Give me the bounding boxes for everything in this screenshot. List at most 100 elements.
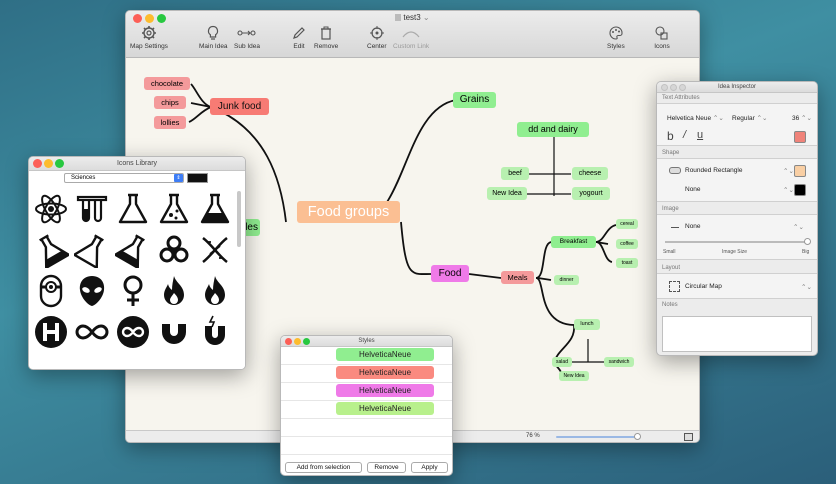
zoom-slider-knob[interactable] bbox=[634, 433, 641, 440]
edit-button[interactable]: Edit bbox=[291, 25, 307, 50]
zoom-slider[interactable] bbox=[556, 436, 638, 438]
apply-style-button[interactable]: Apply bbox=[411, 462, 448, 473]
custom-link-button[interactable]: Custom Link bbox=[393, 25, 429, 50]
node-chocolate[interactable]: chocolate bbox=[144, 77, 190, 90]
female-symbol-icon[interactable] bbox=[115, 273, 151, 309]
remove-style-button[interactable]: Remove bbox=[367, 462, 406, 473]
close-styles-button[interactable] bbox=[285, 338, 292, 345]
zoom-inspector-button[interactable] bbox=[679, 84, 686, 91]
node-new-idea[interactable]: New Idea bbox=[487, 187, 527, 200]
map-settings-button[interactable]: Map Settings bbox=[130, 25, 168, 50]
minion-icon[interactable] bbox=[33, 273, 69, 309]
styles-list: HelveticaNeue HelveticaNeue HelveticaNeu… bbox=[281, 347, 452, 457]
zoom-styles-button[interactable] bbox=[303, 338, 310, 345]
node-toast[interactable]: toast bbox=[616, 258, 638, 268]
node-cheese[interactable]: cheese bbox=[572, 167, 608, 180]
node-sandwich[interactable]: sandwich bbox=[604, 357, 634, 367]
test-tubes-icon[interactable] bbox=[74, 191, 110, 227]
image-panel: None ⌃⌄ Small Image Size Big bbox=[657, 214, 817, 260]
icons-scrollbar[interactable] bbox=[237, 191, 241, 247]
icons-button[interactable]: Icons bbox=[654, 25, 670, 50]
flask-bubbles-icon[interactable] bbox=[156, 191, 192, 227]
add-from-selection-button[interactable]: Add from selection bbox=[285, 462, 362, 473]
tilted-flask-icon[interactable] bbox=[33, 232, 69, 268]
rounded-rect-icon bbox=[669, 167, 681, 174]
node-dairy[interactable]: dd and dairy bbox=[517, 122, 589, 137]
minimize-icons-library-button[interactable] bbox=[44, 159, 53, 168]
underline-toggle[interactable]: u bbox=[697, 129, 703, 141]
window-title: test3 ⌄ bbox=[126, 13, 699, 22]
target-icon bbox=[369, 26, 384, 40]
size-select[interactable]: 36 ⌃⌄ bbox=[792, 114, 812, 122]
remove-button[interactable]: Remove bbox=[314, 25, 338, 50]
shape-select[interactable]: Rounded Rectangle bbox=[685, 167, 742, 174]
node-food[interactable]: Food bbox=[431, 265, 469, 282]
border-color-well[interactable] bbox=[794, 184, 806, 196]
node-salad[interactable]: salad bbox=[552, 357, 572, 367]
image-size-slider-knob[interactable] bbox=[804, 238, 811, 245]
node-lollies[interactable]: lollies bbox=[154, 116, 186, 129]
root-node[interactable]: Food groups bbox=[297, 201, 400, 223]
person-icon[interactable] bbox=[684, 433, 693, 441]
node-cereal[interactable]: cereal bbox=[616, 219, 638, 229]
style-item-4[interactable]: HelveticaNeue bbox=[336, 402, 434, 415]
style-item-1[interactable]: HelveticaNeue bbox=[336, 348, 434, 361]
bold-toggle[interactable]: b bbox=[667, 129, 674, 143]
close-inspector-button[interactable] bbox=[661, 84, 668, 91]
style-item-2[interactable]: HelveticaNeue bbox=[336, 366, 434, 379]
style-item-3[interactable]: HelveticaNeue bbox=[336, 384, 434, 397]
node-chips[interactable]: chips bbox=[154, 96, 186, 109]
border-select[interactable]: None bbox=[685, 186, 701, 193]
image-size-small-label: Small bbox=[663, 249, 676, 255]
flask-icon[interactable] bbox=[115, 191, 151, 227]
image-select[interactable]: None bbox=[685, 223, 701, 230]
tilted-flask-empty-icon[interactable] bbox=[74, 232, 110, 268]
italic-toggle[interactable]: / bbox=[683, 129, 686, 141]
node-breakfast[interactable]: Breakfast bbox=[551, 236, 596, 248]
border-select-arrow-icon[interactable]: ⌃⌄ bbox=[783, 186, 794, 194]
node-yogourt[interactable]: yogourt bbox=[572, 187, 610, 200]
shape-fill-color-well[interactable] bbox=[794, 165, 806, 177]
magnet-icon[interactable] bbox=[156, 314, 192, 350]
flask-liquid-icon[interactable] bbox=[197, 191, 233, 227]
node-junk-food[interactable]: Junk food bbox=[210, 98, 269, 115]
node-coffee[interactable]: coffee bbox=[616, 239, 638, 249]
flame-2-icon[interactable] bbox=[197, 273, 233, 309]
zoom-icons-library-button[interactable] bbox=[55, 159, 64, 168]
layout-select[interactable]: Circular Map bbox=[685, 283, 722, 290]
close-icons-library-button[interactable] bbox=[33, 159, 42, 168]
alien-icon[interactable] bbox=[74, 273, 110, 309]
category-value: Sciences bbox=[71, 175, 96, 181]
main-idea-button[interactable]: Main Idea bbox=[199, 25, 228, 50]
node-lunch[interactable]: lunch bbox=[574, 319, 600, 330]
icon-color-well[interactable] bbox=[187, 173, 208, 183]
font-select[interactable]: Helvetica Neue ⌃⌄ bbox=[667, 114, 724, 122]
hospital-h-icon[interactable] bbox=[33, 314, 69, 350]
image-size-slider[interactable] bbox=[665, 241, 809, 243]
layout-select-arrow-icon[interactable]: ⌃⌄ bbox=[801, 283, 812, 291]
atom-icon[interactable] bbox=[33, 191, 69, 227]
minimize-styles-button[interactable] bbox=[294, 338, 301, 345]
shape-select-arrow-icon[interactable]: ⌃⌄ bbox=[783, 167, 794, 175]
node-grains[interactable]: Grains bbox=[453, 92, 496, 108]
node-meals[interactable]: Meals bbox=[501, 271, 534, 284]
node-beef[interactable]: beef bbox=[501, 167, 529, 180]
sub-idea-button[interactable]: Sub Idea bbox=[234, 25, 260, 50]
infinity-circle-icon[interactable] bbox=[115, 314, 151, 350]
node-dinner[interactable]: dinner bbox=[554, 275, 579, 285]
image-select-arrow-icon[interactable]: ⌃⌄ bbox=[793, 223, 804, 231]
category-select[interactable]: Sciences ⇕ bbox=[64, 173, 184, 183]
flame-icon[interactable] bbox=[156, 273, 192, 309]
node-new-idea-2[interactable]: New Idea bbox=[559, 371, 589, 381]
center-button[interactable]: Center bbox=[367, 25, 387, 50]
infinity-icon[interactable] bbox=[74, 314, 110, 350]
tilted-flask-half-icon[interactable] bbox=[115, 232, 151, 268]
dna-icon[interactable] bbox=[197, 232, 233, 268]
weight-select[interactable]: Regular ⌃⌄ bbox=[732, 114, 767, 122]
minimize-inspector-button[interactable] bbox=[670, 84, 677, 91]
notes-textarea[interactable] bbox=[662, 316, 812, 352]
biohazard-icon[interactable] bbox=[156, 232, 192, 268]
text-fill-color-well[interactable] bbox=[794, 131, 806, 143]
magnet-spark-icon[interactable] bbox=[197, 314, 233, 350]
styles-button[interactable]: Styles bbox=[607, 25, 625, 50]
